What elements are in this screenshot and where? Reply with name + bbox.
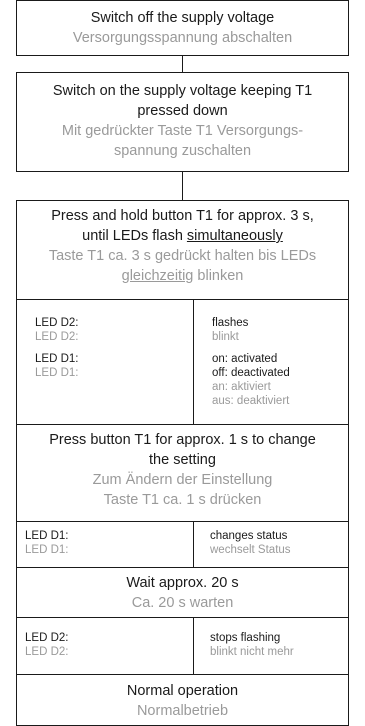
- step-6-en: Normal operation: [126, 683, 239, 699]
- table-1-row2-right: on: activated off: deactivated an: aktiv…: [212, 353, 290, 407]
- step-wait: Wait approx. 20 s Ca. 20 s warten: [16, 567, 349, 618]
- step-3-de-line2: gleichzeitig blinken: [121, 268, 244, 284]
- connector-1: [182, 56, 183, 72]
- step-4-de-line1: Zum Ändern der Einstellung: [92, 472, 273, 488]
- step-press-hold: Press and hold button T1 for approx. 3 s…: [16, 200, 349, 300]
- table-3-divider: [193, 618, 194, 674]
- step-5-en: Wait approx. 20 s: [126, 575, 239, 591]
- step-3-en-line2: until LEDs flash simultaneously: [82, 228, 283, 244]
- step-switch-on: Switch on the supply voltage keeping T1 …: [16, 72, 349, 172]
- step-1-en: Switch off the supply voltage: [90, 10, 275, 26]
- table-2-right: changes status wechselt Status: [210, 530, 291, 556]
- step-4-en-line1: Press button T1 for approx. 1 s to chang…: [49, 432, 316, 448]
- step-2-de-line1: Mit gedrückter Taste T1 Versorgungs-: [61, 123, 304, 139]
- table-1-row1-left: LED D2: LED D2:: [35, 317, 79, 343]
- step-3-en-line1: Press and hold button T1 for approx. 3 s…: [51, 208, 314, 224]
- table-1-row1-right: flashes blinkt: [212, 317, 249, 343]
- table-3-left: LED D2: LED D2:: [25, 632, 69, 658]
- step-6-de: Normalbetrieb: [136, 703, 229, 719]
- table-2-divider: [193, 522, 194, 567]
- step-change-setting: Press button T1 for approx. 1 s to chang…: [16, 424, 349, 522]
- table-1-row2-left: LED D1: LED D1:: [35, 353, 79, 379]
- table-3-right: stops flashing blinkt nicht mehr: [210, 632, 294, 658]
- step-4-en-line2: the setting: [149, 452, 216, 468]
- led-table-1: LED D2: LED D2: flashes blinkt LED D1: L…: [16, 300, 349, 424]
- led-table-2: LED D1: LED D1: changes status wechselt …: [16, 522, 349, 567]
- connector-2: [182, 172, 183, 200]
- led-table-3: LED D2: LED D2: stops flashing blinkt ni…: [16, 618, 349, 674]
- step-normal-operation: Normal operation Normalbetrieb: [16, 674, 349, 726]
- step-4-de-line2: Taste T1 ca. 1 s drücken: [103, 492, 262, 508]
- table-1-divider: [193, 300, 194, 424]
- step-switch-off: Switch off the supply voltage Versorgung…: [16, 0, 349, 56]
- table-2-left: LED D1: LED D1:: [25, 530, 69, 556]
- step-2-en-line1: Switch on the supply voltage keeping T1: [52, 83, 313, 99]
- step-5-de: Ca. 20 s warten: [131, 595, 234, 611]
- step-1-de: Versorgungsspannung abschalten: [72, 30, 293, 46]
- step-2-en-line2: pressed down: [137, 103, 228, 119]
- step-2-de-line2: spannung zuschalten: [113, 143, 252, 159]
- step-3-de-line1: Taste T1 ca. 3 s gedrückt halten bis LED…: [48, 248, 317, 264]
